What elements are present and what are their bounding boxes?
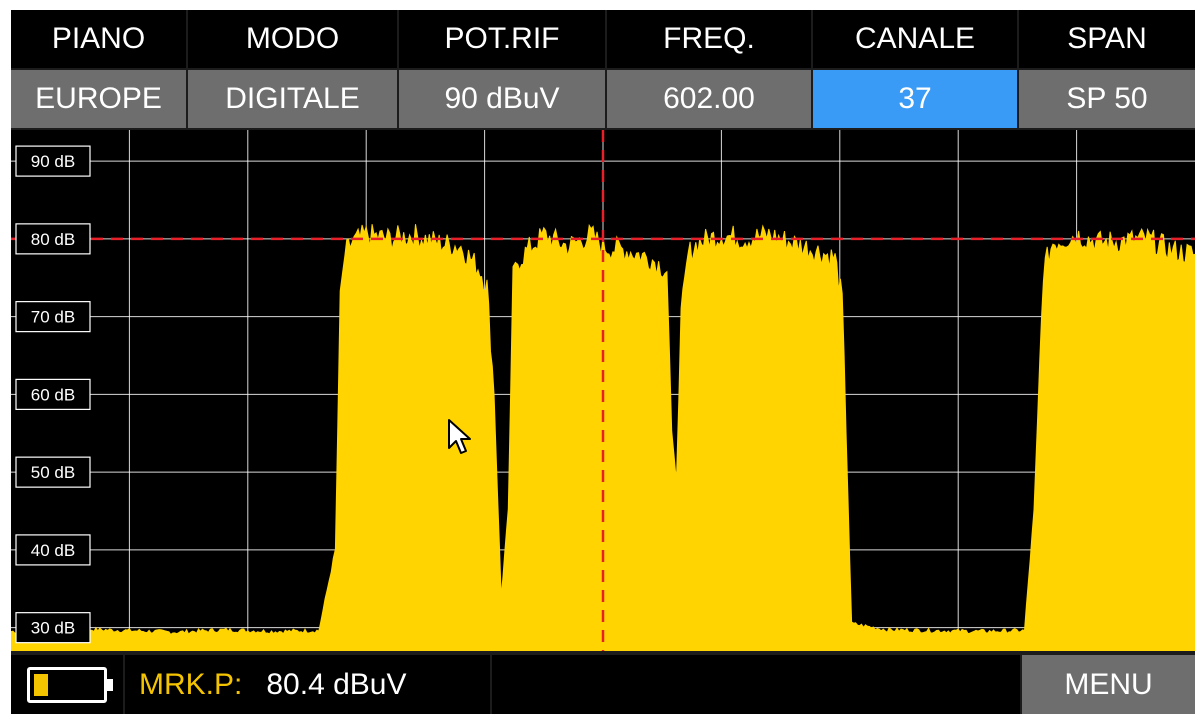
y-tick-label: 60 dB	[15, 378, 91, 410]
y-tick-text: 90 dB	[31, 152, 75, 171]
y-tick-label: 30 dB	[15, 612, 91, 644]
y-tick-text: 60 dB	[31, 385, 75, 404]
menu-button[interactable]: MENU	[1022, 655, 1195, 714]
battery-level-fill	[34, 673, 49, 696]
marker-label: MRK.P:	[139, 667, 243, 701]
value-freq[interactable]: 602.00	[607, 70, 813, 128]
spectrum-plot[interactable]: 90 dB 80 dB 70 dB 60 dB 50 dB 40 dB 30 dB	[11, 130, 1195, 651]
value-pot-rif[interactable]: 90 dBuV	[399, 70, 607, 128]
y-tick-text: 80 dB	[31, 230, 75, 249]
y-tick-label: 90 dB	[15, 145, 91, 177]
y-tick-label: 70 dB	[15, 301, 91, 333]
header-modo[interactable]: MODO	[188, 10, 399, 68]
analyzer-screen: PIANO MODO POT.RIF FREQ. CANALE SPAN EUR…	[11, 10, 1195, 714]
header-span[interactable]: SPAN	[1019, 10, 1195, 68]
y-tick-label: 50 dB	[15, 456, 91, 488]
parameter-header-row: PIANO MODO POT.RIF FREQ. CANALE SPAN	[11, 10, 1195, 68]
marker-readout: MRK.P: 80.4 dBuV	[125, 655, 492, 714]
battery-icon	[27, 666, 113, 703]
y-tick-text: 40 dB	[31, 541, 75, 560]
mouse-pointer-icon	[448, 419, 471, 454]
header-piano[interactable]: PIANO	[11, 10, 188, 68]
y-tick-label: 80 dB	[15, 223, 91, 255]
header-pot-rif[interactable]: POT.RIF	[399, 10, 607, 68]
y-tick-label: 40 dB	[15, 534, 91, 566]
status-empty-field	[492, 655, 1022, 714]
header-freq[interactable]: FREQ.	[607, 10, 813, 68]
value-canale[interactable]: 37	[813, 70, 1019, 128]
spectrum-chart[interactable]: 90 dB 80 dB 70 dB 60 dB 50 dB 40 dB 30 dB	[11, 130, 1195, 651]
y-tick-labels: 90 dB 80 dB 70 dB 60 dB 50 dB 40 dB 30 dB	[15, 145, 91, 644]
y-tick-text: 50 dB	[31, 463, 75, 482]
y-tick-text: 70 dB	[31, 308, 75, 327]
value-piano[interactable]: EUROPE	[11, 70, 188, 128]
parameter-value-row: EUROPE DIGITALE 90 dBuV 602.00 37 SP 50	[11, 70, 1195, 128]
status-bar: MRK.P: 80.4 dBuV MENU	[11, 655, 1195, 714]
header-canale[interactable]: CANALE	[813, 10, 1019, 68]
marker-value: 80.4 dBuV	[266, 667, 407, 701]
value-modo[interactable]: DIGITALE	[188, 70, 399, 128]
value-span[interactable]: SP 50	[1019, 70, 1195, 128]
y-tick-text: 30 dB	[31, 619, 75, 638]
battery-indicator	[11, 655, 125, 714]
